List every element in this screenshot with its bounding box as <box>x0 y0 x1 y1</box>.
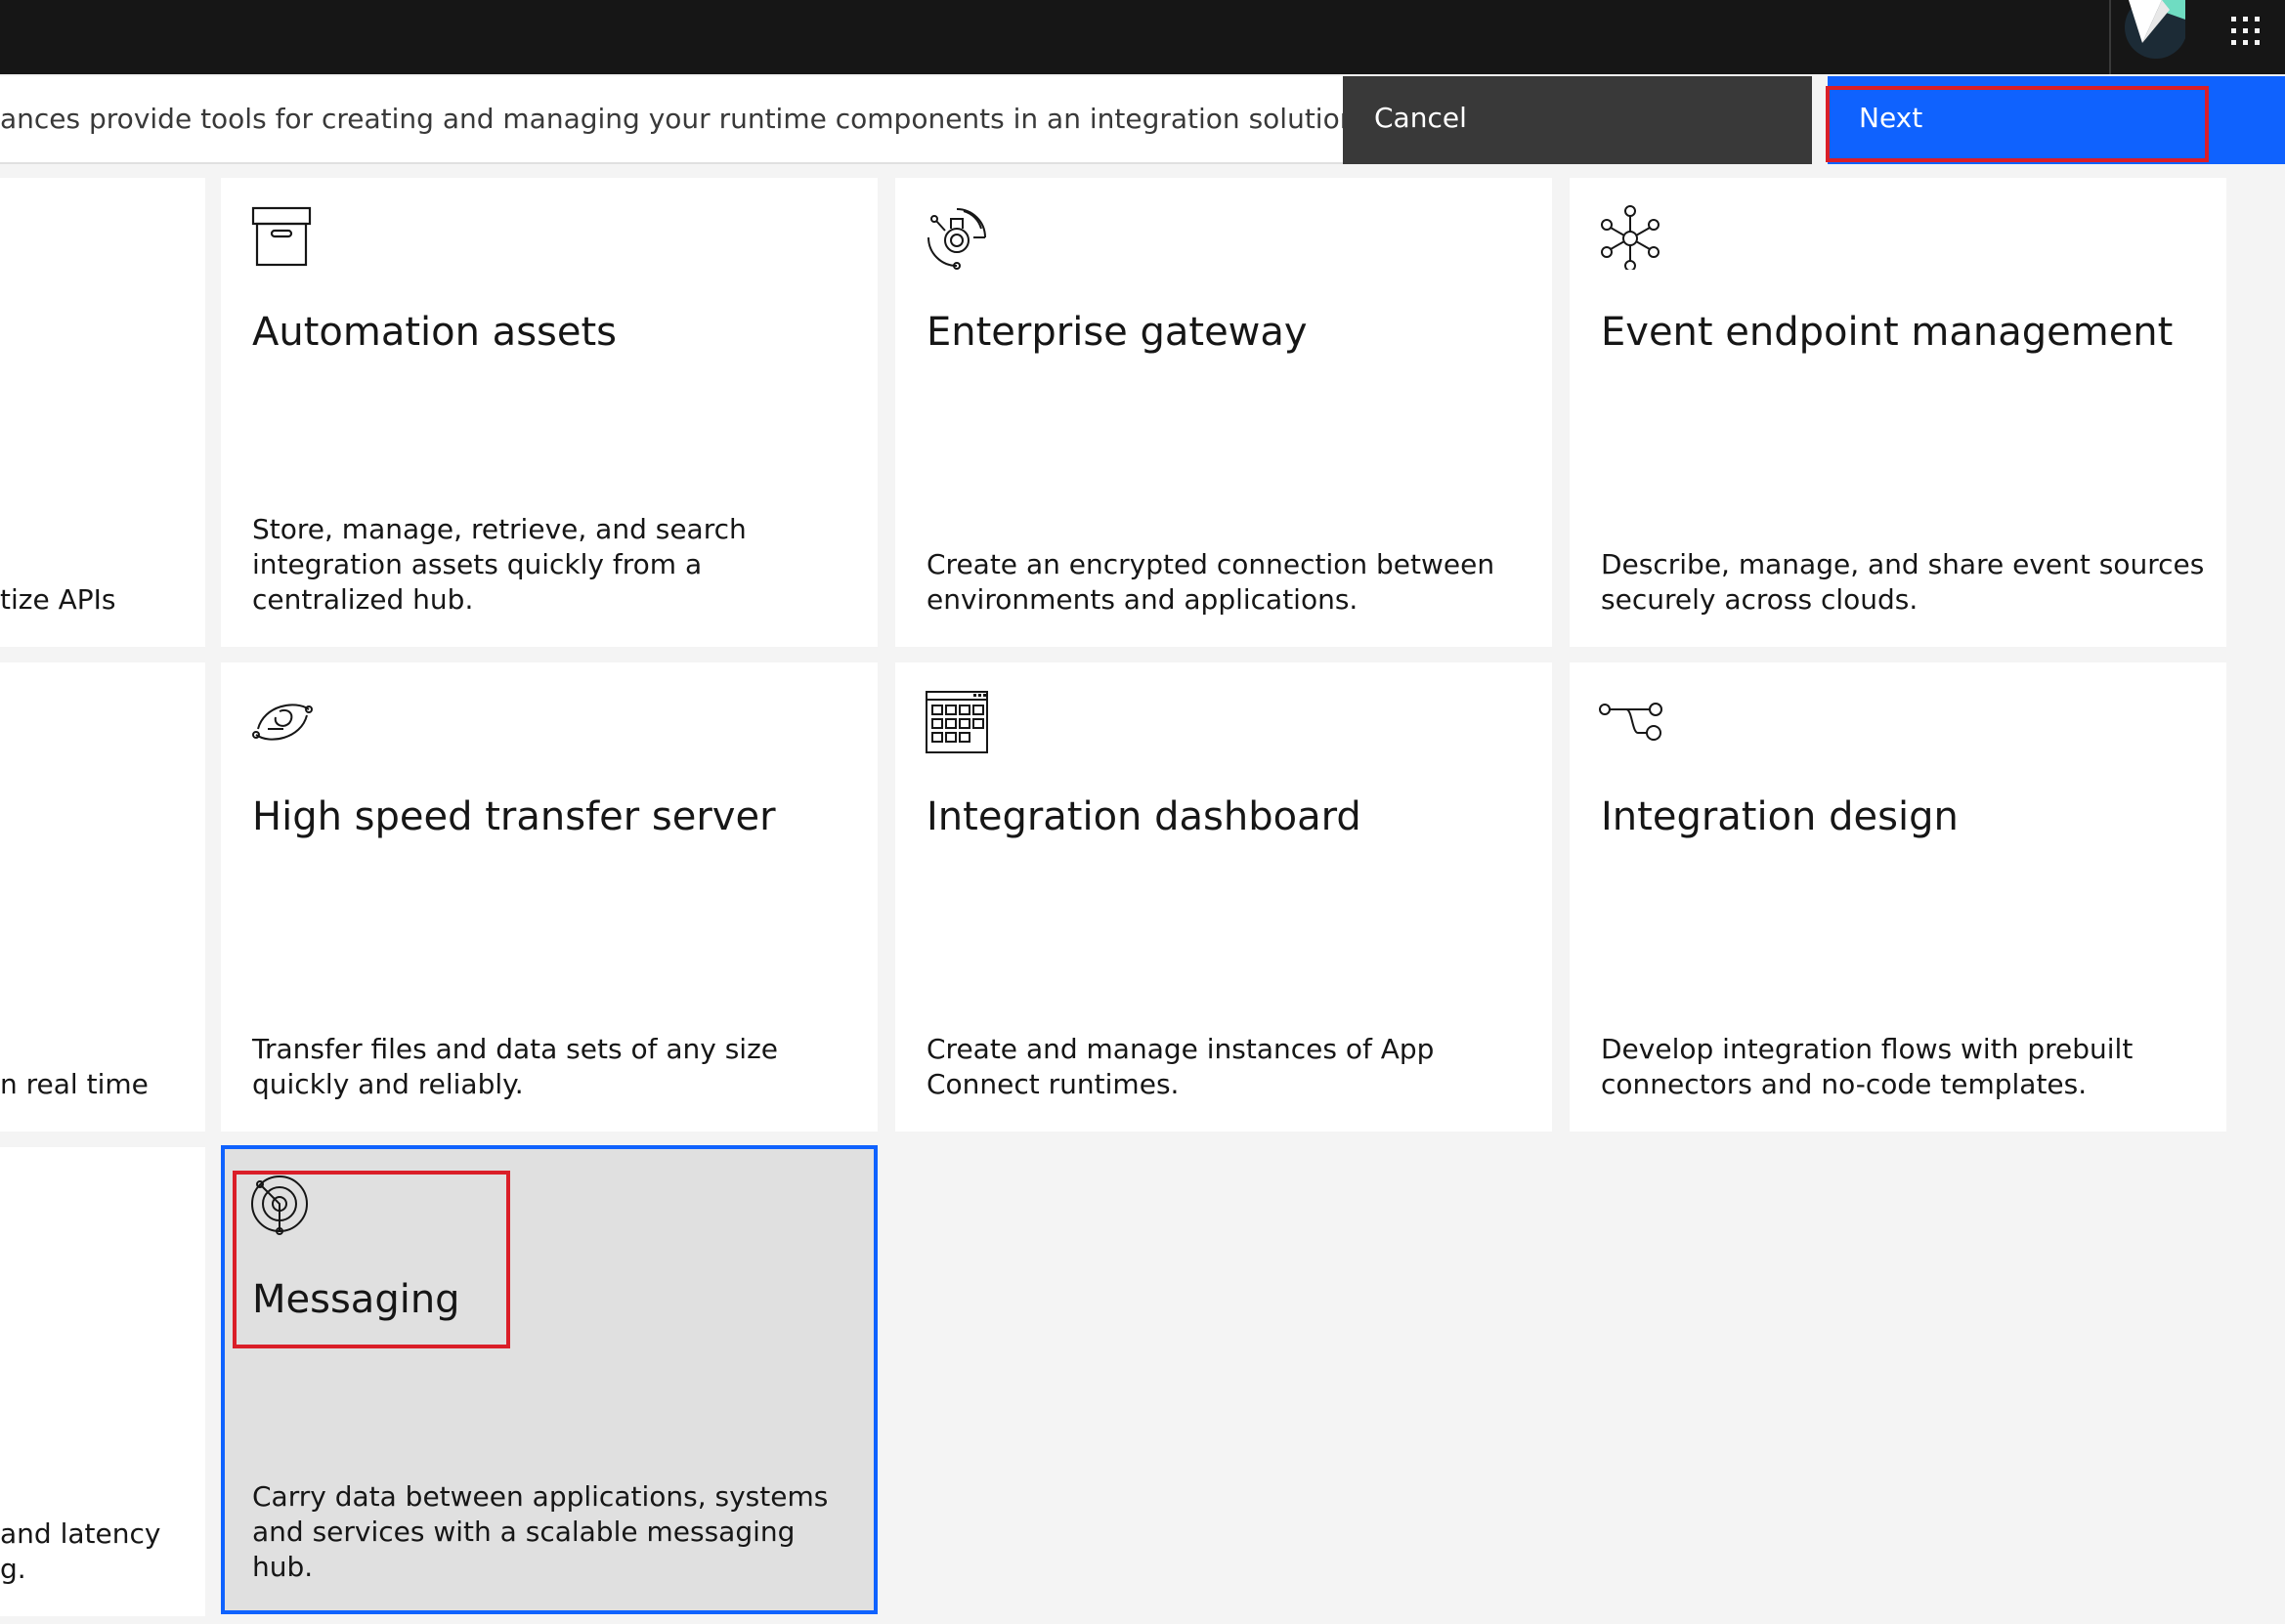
dashboard-grid-icon <box>925 690 989 754</box>
tile-event-endpoint-management[interactable]: Event endpoint management Describe, mana… <box>1570 178 2226 647</box>
top-header <box>0 0 2285 74</box>
flow-design-icon <box>1599 690 1663 754</box>
tile-description: Create and manage instances of App Conne… <box>927 1033 1435 1100</box>
tile-integration-design[interactable]: Integration design Develop integration f… <box>1570 662 2226 1132</box>
cancel-button[interactable]: Cancel <box>1343 76 1812 164</box>
tile-title: Event endpoint management <box>1601 310 2174 355</box>
tile-title: Integration dashboard <box>927 794 1361 839</box>
tile-title: High speed transfer server <box>252 794 776 839</box>
intro-text: ances provide tools for creating and man… <box>0 76 1343 164</box>
tile-description: Carry data between applications, systems… <box>252 1480 829 1583</box>
archive-box-icon <box>250 205 315 270</box>
tile-high-speed-transfer-server[interactable]: High speed transfer server Transfer file… <box>221 662 878 1132</box>
tile-description: and latency g. <box>0 1517 161 1585</box>
action-bar: ances provide tools for creating and man… <box>0 76 2285 164</box>
tile-partial-row2[interactable]: n real time <box>0 662 205 1132</box>
app-switcher-grid-icon[interactable] <box>2217 6 2275 57</box>
tile-automation-assets[interactable]: Automation assets Store, manage, retriev… <box>221 178 878 647</box>
gateway-icon <box>925 205 989 270</box>
tile-title: Automation assets <box>252 310 618 355</box>
tile-description: Store, manage, retrieve, and search inte… <box>252 513 747 616</box>
tile-title: Integration design <box>1601 794 1959 839</box>
tile-title: Messaging <box>252 1277 460 1322</box>
event-network-icon <box>1599 205 1663 270</box>
tile-partial-row3[interactable]: and latency g. <box>0 1147 205 1616</box>
tile-enterprise-gateway[interactable]: Enterprise gateway Create an encrypted c… <box>895 178 1552 647</box>
messaging-target-icon <box>250 1173 315 1237</box>
tile-integration-dashboard[interactable]: Integration dashboard Create and manage … <box>895 662 1552 1132</box>
header-divider <box>2109 0 2111 74</box>
tile-partial-row1[interactable]: tize APIs <box>0 178 205 647</box>
user-avatar-icon[interactable] <box>2123 0 2185 59</box>
tile-title: Enterprise gateway <box>927 310 1308 355</box>
tile-description: Create an encrypted connection between e… <box>927 548 1495 616</box>
tile-description: Describe, manage, and share event source… <box>1601 548 2205 616</box>
tile-description: tize APIs <box>0 583 116 616</box>
tile-messaging[interactable]: Messaging Carry data between application… <box>221 1145 878 1614</box>
tile-description: Transfer files and data sets of any size… <box>252 1033 779 1100</box>
tile-description: n real time <box>0 1068 149 1100</box>
tile-description: Develop integration flows with prebuilt … <box>1601 1033 2134 1100</box>
next-button[interactable]: Next <box>1828 76 2285 164</box>
transfer-icon <box>250 690 315 754</box>
